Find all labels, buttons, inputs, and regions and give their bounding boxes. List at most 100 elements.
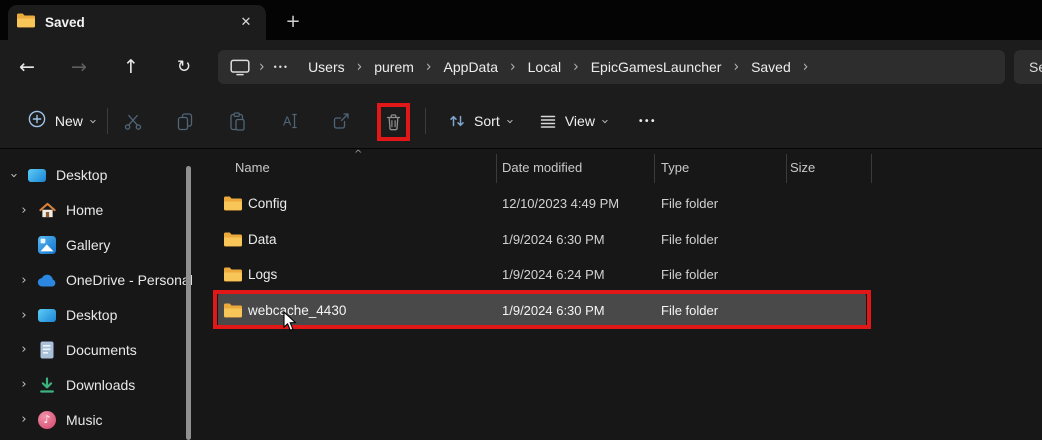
column-resize-handle[interactable]	[654, 154, 655, 183]
folder-icon	[223, 266, 243, 287]
this-pc-icon[interactable]	[230, 58, 250, 76]
see-more-button[interactable]: •••	[628, 103, 668, 139]
breadcrumb-separator-icon: ›	[356, 58, 364, 76]
more-icon: •••	[639, 116, 657, 127]
tab-close-icon[interactable]: ✕	[234, 11, 258, 35]
cut-button[interactable]	[115, 103, 151, 139]
column-header-type[interactable]: Type	[661, 152, 779, 183]
trash-icon	[384, 112, 403, 132]
sidebar-item-gallery[interactable]: Gallery	[0, 228, 184, 263]
chevron-right-icon[interactable]: ›	[16, 203, 32, 218]
folder-icon	[223, 195, 243, 216]
breadcrumb-separator-icon: ›	[802, 58, 810, 76]
breadcrumb-segment-purem[interactable]: purem	[363, 56, 425, 78]
sort-button[interactable]: Sort ›	[438, 103, 522, 139]
onedrive-cloud-icon	[37, 270, 57, 290]
refresh-icon[interactable]: ↻	[166, 49, 202, 85]
view-button-label: View	[565, 113, 595, 129]
folder-icon	[16, 12, 36, 33]
file-row-data[interactable]: Data 1/9/2024 6:30 PM File folder	[218, 222, 866, 258]
back-icon[interactable]: ←	[9, 49, 45, 85]
sidebar-item-downloads[interactable]: › Downloads	[0, 367, 184, 402]
sidebar-item-desktop-tree[interactable]: › Desktop	[0, 158, 184, 193]
breadcrumb-separator-icon: ›	[425, 58, 433, 76]
column-header-date-modified[interactable]: Date modified	[502, 152, 647, 183]
share-icon	[331, 111, 351, 131]
up-icon[interactable]: ↑	[113, 49, 149, 85]
sidebar-item-music[interactable]: › ♪ Music	[0, 402, 184, 437]
navigation-pane: › Desktop › Home Gallery	[0, 149, 200, 440]
command-toolbar: New › A Sort ›	[0, 94, 1042, 149]
chevron-right-icon[interactable]: ›	[16, 308, 32, 323]
breadcrumb-overflow-button[interactable]: •••	[266, 62, 297, 72]
breadcrumb-segment-appdata[interactable]: AppData	[433, 56, 509, 78]
rename-button[interactable]: A	[271, 103, 307, 139]
sidebar-item-onedrive[interactable]: › OneDrive - Personal	[0, 263, 184, 298]
chevron-down-icon: ›	[503, 118, 516, 123]
tab-saved[interactable]: Saved ✕	[8, 5, 266, 40]
navigation-bar: ← → ↑ ↻ › ••• Users › purem › AppData › …	[0, 40, 1042, 94]
plus-circle-icon	[27, 109, 47, 134]
svg-text:A: A	[283, 115, 292, 129]
address-bar[interactable]: › ••• Users › purem › AppData › Local › …	[218, 50, 1005, 84]
breadcrumb-segment-saved[interactable]: Saved	[740, 56, 802, 78]
chevron-right-icon[interactable]: ›	[16, 412, 32, 427]
paste-icon	[227, 111, 247, 131]
desktop-icon	[37, 305, 57, 325]
breadcrumb-segment-epicgameslauncher[interactable]: EpicGamesLauncher	[580, 56, 733, 78]
new-tab-button[interactable]: +	[280, 8, 306, 34]
delete-button[interactable]	[384, 112, 403, 132]
chevron-right-icon[interactable]: ›	[16, 377, 32, 392]
chevron-down-icon[interactable]: ›	[6, 168, 22, 183]
folder-icon	[223, 302, 243, 323]
new-button-label: New	[55, 113, 83, 129]
file-explorer-window: Saved ✕ + ← → ↑ ↻ › ••• Users › purem › …	[0, 0, 1042, 440]
music-icon: ♪	[37, 410, 57, 430]
file-list: ^ Name Date modified Type Size Config 12…	[218, 149, 871, 440]
paste-button[interactable]	[219, 103, 255, 139]
chevron-right-icon[interactable]: ›	[16, 342, 32, 357]
view-button[interactable]: View ›	[528, 103, 618, 139]
sort-icon	[448, 112, 466, 130]
tab-title: Saved	[45, 15, 234, 30]
desktop-icon	[27, 165, 47, 185]
column-header-size[interactable]: Size	[790, 152, 865, 183]
file-row-logs[interactable]: Logs 1/9/2024 6:24 PM File folder	[218, 257, 866, 293]
file-row-webcache_4430[interactable]: webcache_4430 1/9/2024 6:30 PM File fold…	[218, 293, 866, 329]
sidebar-item-desktop[interactable]: › Desktop	[0, 298, 184, 333]
folder-icon	[223, 231, 243, 252]
sidebar-item-home[interactable]: › Home	[0, 193, 184, 228]
chevron-down-icon: ›	[598, 118, 611, 123]
breadcrumb-separator-icon: ›	[732, 58, 740, 76]
column-header-name[interactable]: Name	[235, 152, 490, 183]
sort-button-label: Sort	[474, 113, 500, 129]
breadcrumb-separator-icon: ›	[572, 58, 580, 76]
chevron-down-icon: ›	[86, 118, 99, 123]
search-text: Se	[1029, 59, 1042, 75]
rename-icon: A	[279, 111, 299, 131]
forward-icon[interactable]: →	[61, 49, 97, 85]
column-resize-handle[interactable]	[786, 154, 787, 183]
search-input[interactable]: Se	[1014, 50, 1042, 84]
breadcrumb-segment-users[interactable]: Users	[297, 56, 356, 78]
column-header-row: ^ Name Date modified Type Size	[218, 152, 871, 183]
breadcrumb-segment-local[interactable]: Local	[517, 56, 572, 78]
sidebar-item-documents[interactable]: › Documents	[0, 332, 184, 367]
column-resize-handle[interactable]	[496, 154, 497, 183]
file-row-config[interactable]: Config 12/10/2023 4:49 PM File folder	[218, 186, 866, 222]
new-button[interactable]: New ›	[16, 103, 106, 139]
gallery-icon	[37, 235, 57, 255]
chevron-right-icon[interactable]: ›	[16, 273, 32, 288]
main-content: › Desktop › Home Gallery	[0, 149, 1042, 440]
copy-icon	[175, 111, 195, 131]
scissors-icon	[123, 111, 143, 131]
copy-button[interactable]	[167, 103, 203, 139]
share-button[interactable]	[323, 103, 359, 139]
view-list-icon	[539, 112, 557, 130]
sidebar-scrollbar[interactable]	[186, 166, 191, 440]
breadcrumb-separator-icon: ›	[258, 58, 266, 76]
column-resize-handle[interactable]	[871, 154, 872, 183]
home-icon	[37, 200, 57, 220]
tab-bar: Saved ✕ +	[0, 0, 1042, 40]
breadcrumb-separator-icon: ›	[509, 58, 517, 76]
